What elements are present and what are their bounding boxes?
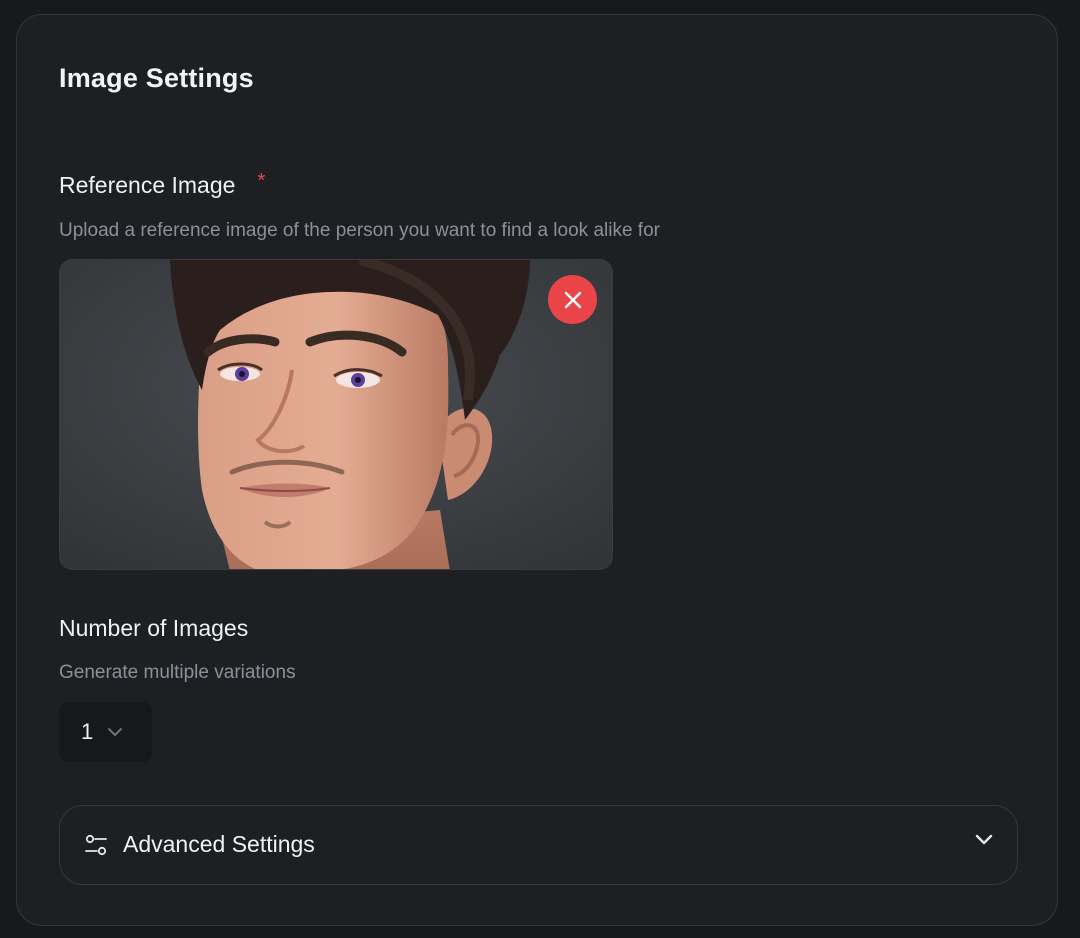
number-of-images-label: Number of Images bbox=[59, 615, 249, 641]
reference-image-photo bbox=[60, 260, 612, 569]
reference-image-hint: Upload a reference image of the person y… bbox=[59, 220, 660, 241]
reference-image-label: Reference Image bbox=[59, 172, 236, 198]
advanced-settings-toggle[interactable]: Advanced Settings bbox=[59, 805, 1018, 885]
reference-image-preview bbox=[59, 259, 613, 570]
reference-image-label-row: Reference Image * bbox=[59, 170, 266, 199]
number-of-images-select[interactable]: 1 bbox=[59, 702, 152, 762]
chevron-down-icon bbox=[975, 834, 993, 845]
chevron-down-icon bbox=[107, 727, 123, 737]
image-settings-panel: Image Settings Reference Image * Upload a… bbox=[16, 14, 1058, 926]
close-icon bbox=[564, 291, 581, 308]
remove-image-button[interactable] bbox=[548, 275, 597, 324]
select-value: 1 bbox=[81, 719, 94, 744]
number-of-images-hint: Generate multiple variations bbox=[59, 662, 296, 683]
advanced-settings-label: Advanced Settings bbox=[123, 831, 315, 857]
panel-title: Image Settings bbox=[59, 63, 254, 93]
sliders-icon bbox=[85, 834, 107, 856]
required-marker: * bbox=[257, 170, 266, 192]
